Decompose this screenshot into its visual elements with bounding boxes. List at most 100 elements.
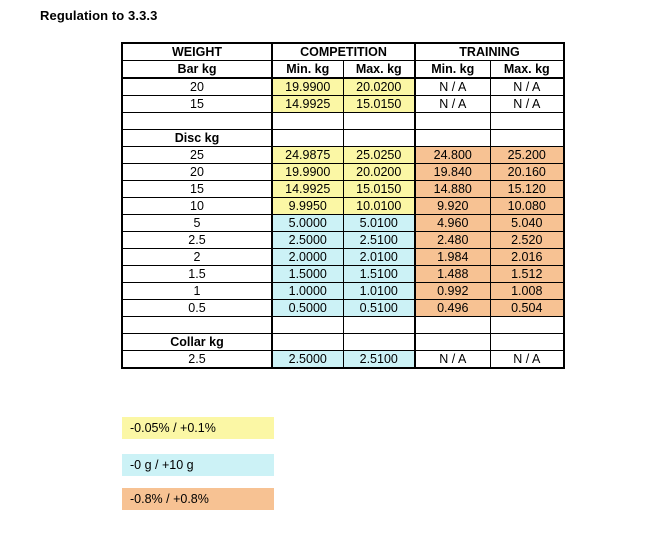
column-subheader-competition-min: Min. kg — [271, 60, 344, 79]
table-group-header-row: WEIGHT COMPETITION TRAINING — [121, 42, 565, 61]
cell-competition-max: 2.5100 — [342, 350, 416, 369]
cell-competition-min: 9.9950 — [271, 197, 344, 215]
table-body: 20 19.9900 20.0200 N / AN / A 15 14.9925 15.01… — [121, 77, 565, 369]
cell-weight: 25 — [121, 146, 273, 164]
cell-competition-min: 1.5000 — [271, 265, 344, 283]
table-row: 2 2.0000 2.0100 1.984 2.016 — [121, 248, 565, 266]
cell-weight: 15 — [121, 180, 273, 198]
cell-training-min: 1.984 — [414, 248, 491, 266]
table-spacer-row — [121, 112, 565, 130]
table-spacer-row — [121, 316, 565, 334]
page-title: Regulation to 3.3.3 — [40, 8, 158, 23]
table-section-label-row: Collar kg — [121, 333, 565, 351]
table-row: 15 14.9925 15.0150 14.880 15.120 — [121, 180, 565, 198]
cell-weight: 10 — [121, 197, 273, 215]
cell-training-max: 25.200 — [489, 146, 565, 164]
cell-competition-min: 2.0000 — [271, 248, 344, 266]
spacer-cell-competition-max — [342, 112, 416, 130]
cell-weight: 15 — [121, 95, 273, 113]
cell-competition-min: 14.9925 — [271, 180, 344, 198]
spacer-cell-training-min — [414, 316, 491, 334]
cell-training-min: 19.840 — [414, 163, 491, 181]
cell-competition-min: 19.9900 — [271, 163, 344, 181]
cell-competition-min: 5.0000 — [271, 214, 344, 232]
cell-competition-max: 10.0100 — [342, 197, 416, 215]
cell-competition-max: 0.5100 — [342, 299, 416, 317]
cell-competition-max: 1.0100 — [342, 282, 416, 300]
table-row: 25 24.9875 25.0250 24.800 25.200 — [121, 146, 565, 164]
cell-training-min: 14.880 — [414, 180, 491, 198]
cell-competition-max: 1.5100 — [342, 265, 416, 283]
cell-training-min: N / A — [414, 350, 491, 369]
cell-training-max: N / A — [489, 95, 565, 113]
cell-weight: 1 — [121, 282, 273, 300]
cell-competition-max: 20.0200 — [342, 163, 416, 181]
table-row: 5 5.0000 5.0100 4.960 5.040 — [121, 214, 565, 232]
spacer-cell-training-max — [489, 112, 565, 130]
table-row: 0.5 0.5000 0.5100 0.496 0.504 — [121, 299, 565, 317]
cell-competition-min: 2.5000 — [271, 231, 344, 249]
section-spacer-competition-min — [271, 333, 344, 351]
cell-weight: 5 — [121, 214, 273, 232]
table-row: 20 19.9900 20.0200 N / AN / A — [121, 77, 565, 96]
cell-training-max: 0.504 — [489, 299, 565, 317]
section-spacer-competition-max — [342, 333, 416, 351]
spacer-cell-competition-min — [271, 112, 344, 130]
column-subheader-training-max: Max. kg — [489, 60, 565, 79]
cell-training-max: 15.120 — [489, 180, 565, 198]
cell-training-min: N / A — [414, 77, 491, 96]
cell-weight: 2.5 — [121, 231, 273, 249]
spacer-cell-weight — [121, 316, 273, 334]
legend-item-training-tolerance: -0.8% / +0.8% — [122, 488, 274, 510]
column-subheader-training-min: Min. kg — [414, 60, 491, 79]
section-spacer-training-max — [489, 333, 565, 351]
cell-training-min: 2.480 — [414, 231, 491, 249]
cell-competition-max: 2.5100 — [342, 231, 416, 249]
section-spacer-training-max — [489, 129, 565, 147]
spacer-cell-competition-max — [342, 316, 416, 334]
cell-weight: 2.5 — [121, 350, 273, 369]
cell-training-max: N / A — [489, 77, 565, 96]
column-header-weight: WEIGHT — [121, 42, 273, 61]
table-row: 15 14.9925 15.0150 N / AN / A — [121, 95, 565, 113]
cell-competition-max: 25.0250 — [342, 146, 416, 164]
column-subheader-bar-kg: Bar kg — [121, 60, 273, 79]
table-header: WEIGHT COMPETITION TRAINING Bar kg Min. … — [121, 42, 565, 79]
cell-weight: 20 — [121, 77, 273, 96]
section-spacer-training-min — [414, 333, 491, 351]
cell-competition-min: 14.9925 — [271, 95, 344, 113]
cell-weight: 1.5 — [121, 265, 273, 283]
spacer-cell-training-min — [414, 112, 491, 130]
cell-training-max: 2.016 — [489, 248, 565, 266]
cell-training-min: 0.496 — [414, 299, 491, 317]
cell-training-max: 1.008 — [489, 282, 565, 300]
table-section-label-row: Disc kg — [121, 129, 565, 147]
section-spacer-training-min — [414, 129, 491, 147]
cell-training-min: 1.488 — [414, 265, 491, 283]
section-label: Collar kg — [121, 333, 273, 351]
cell-competition-max: 15.0150 — [342, 180, 416, 198]
cell-competition-min: 1.0000 — [271, 282, 344, 300]
column-header-competition: COMPETITION — [271, 42, 416, 61]
table-row: 1.5 1.5000 1.5100 1.488 1.512 — [121, 265, 565, 283]
table-row: 1 1.0000 1.0100 0.992 1.008 — [121, 282, 565, 300]
section-spacer-competition-min — [271, 129, 344, 147]
cell-competition-max: 2.0100 — [342, 248, 416, 266]
legend-item-competition-tolerance: -0.05% / +0.1% — [122, 417, 274, 439]
column-header-training: TRAINING — [414, 42, 565, 61]
cell-weight: 2 — [121, 248, 273, 266]
cell-weight: 0.5 — [121, 299, 273, 317]
cell-competition-min: 24.9875 — [271, 146, 344, 164]
legend-item-collar-tolerance: -0 g / +10 g — [122, 454, 274, 476]
cell-training-max: N / A — [489, 350, 565, 369]
section-label: Disc kg — [121, 129, 273, 147]
cell-weight: 20 — [121, 163, 273, 181]
cell-training-max: 1.512 — [489, 265, 565, 283]
cell-competition-max: 15.0150 — [342, 95, 416, 113]
cell-training-max: 2.520 — [489, 231, 565, 249]
cell-training-min: 24.800 — [414, 146, 491, 164]
table-row: 2.5 2.5000 2.5100 N / AN / A — [121, 350, 565, 369]
table-subheader-row: Bar kg Min. kg Max. kg Min. kg Max. kg — [121, 60, 565, 79]
cell-training-max: 5.040 — [489, 214, 565, 232]
cell-competition-max: 20.0200 — [342, 77, 416, 96]
